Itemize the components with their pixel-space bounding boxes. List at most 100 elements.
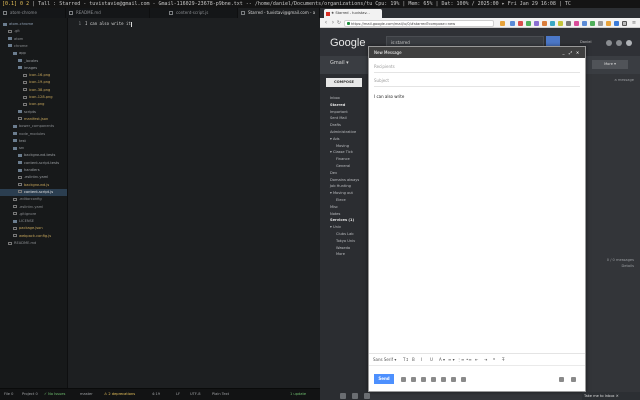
drive-icon[interactable]	[421, 377, 426, 382]
tree-item[interactable]: .eslintrc.yaml	[13, 204, 43, 211]
tree-item[interactable]: icon-19.png	[23, 79, 50, 86]
lint-status[interactable]: ✓ No Issues	[44, 389, 65, 400]
line-ending[interactable]: LF	[176, 389, 180, 400]
discard-icon[interactable]	[559, 377, 564, 382]
format-button[interactable]: I	[421, 357, 422, 362]
link-icon[interactable]	[451, 377, 456, 382]
extension-icon[interactable]	[590, 20, 595, 26]
extension-icon[interactable]	[566, 20, 571, 26]
format-button[interactable]: U	[430, 357, 433, 362]
tree-item[interactable]: webpack.config.js	[13, 233, 51, 240]
more-options-icon[interactable]	[571, 377, 576, 382]
sidebar-item[interactable]: ▾ Univ	[330, 225, 341, 229]
extension-icon[interactable]	[526, 20, 531, 26]
tree-item[interactable]: handlers	[18, 167, 40, 174]
tree-item[interactable]: atom-chrome	[3, 21, 33, 28]
menu-icon[interactable]: ≡	[631, 20, 637, 26]
code-line[interactable]: I can also write it	[85, 21, 132, 27]
tree-item[interactable]: bower_components	[13, 123, 54, 130]
font-selector[interactable]: Sans Serif ▾	[373, 357, 396, 362]
user-name[interactable]: Daniel	[580, 40, 591, 44]
format-button[interactable]: T̶	[502, 357, 504, 362]
inbox-tip[interactable]: Take me to Inbox ✕	[582, 392, 640, 400]
tree-item[interactable]: .git	[8, 28, 20, 35]
tab-starred-text[interactable]: Starred - tuvistavi@gmail.com - a	[238, 8, 320, 18]
apps-icon[interactable]	[606, 40, 612, 46]
tree-item[interactable]: _locales	[18, 58, 38, 65]
compose-title-bar[interactable]: New Message _ ⤢ ✕	[369, 47, 585, 58]
hangouts-icon[interactable]	[340, 393, 346, 399]
extension-icon[interactable]	[518, 20, 523, 26]
expand-icon[interactable]: ⤢	[568, 50, 573, 55]
workspace-indicator[interactable]: [0.1] 0 2	[2, 1, 29, 7]
updates-indicator[interactable]: 1 update	[290, 389, 306, 400]
sidebar-item[interactable]: Waseda	[336, 246, 350, 250]
recipients-field[interactable]: Recipients	[374, 61, 580, 73]
sidebar-item[interactable]: Elece	[336, 198, 346, 202]
tree-item[interactable]: icon.png	[23, 101, 44, 108]
photo-icon[interactable]	[441, 377, 446, 382]
sidebar-item[interactable]: Notes	[330, 212, 340, 216]
notifications-icon[interactable]	[616, 40, 622, 46]
send-button[interactable]: Send	[374, 374, 394, 384]
attach-icon[interactable]	[411, 377, 416, 382]
tree-item[interactable]: test	[13, 138, 26, 145]
tree-item[interactable]: chrome	[8, 43, 28, 50]
reload-icon[interactable]: ↻	[336, 20, 342, 26]
tree-item[interactable]: .editorconfig	[13, 196, 42, 203]
sidebar-item[interactable]: Services (1)	[330, 218, 354, 222]
extension-icon[interactable]	[598, 20, 603, 26]
tree-item[interactable]: README.md	[8, 240, 36, 247]
tree-item[interactable]: package.json	[13, 225, 43, 232]
tab-content-script[interactable]: content-script.js	[166, 8, 238, 18]
tree-item[interactable]: icon-128.png	[23, 94, 53, 101]
sidebar-item[interactable]: General	[336, 164, 350, 168]
tree-item[interactable]: .gitignore	[13, 211, 36, 218]
google-logo[interactable]: Google	[330, 37, 365, 49]
format-button[interactable]: A ▾	[439, 357, 445, 362]
tree-item[interactable]: background-tests	[18, 152, 55, 159]
sidebar-item[interactable]: ▾ Ads	[330, 137, 340, 141]
tab-atom-chrome[interactable]: atom-chrome	[0, 8, 66, 18]
sidebar-item[interactable]: Misc	[330, 205, 338, 209]
git-branch[interactable]: master	[80, 389, 93, 400]
tree-item[interactable]: content-script.js	[18, 189, 53, 196]
format-button[interactable]: ≡ ▾	[448, 357, 455, 362]
subject-field[interactable]: Subject	[374, 75, 580, 87]
back-icon[interactable]: ‹	[323, 20, 329, 26]
tree-item[interactable]: icon-16.png	[23, 72, 50, 79]
sidebar-item[interactable]: Sent Mail	[330, 116, 347, 120]
extension-icon[interactable]	[582, 20, 587, 26]
gmail-menu[interactable]: Gmail ▾	[330, 60, 349, 66]
extension-icon[interactable]	[614, 20, 619, 26]
sidebar-item[interactable]: Inbox	[330, 96, 340, 100]
extension-icon[interactable]	[574, 20, 579, 26]
tree-item[interactable]: .eslintrc.yaml	[18, 174, 48, 181]
close-icon[interactable]: ✕	[575, 50, 580, 55]
sidebar-item[interactable]: ▾ Classe Tick	[330, 150, 353, 154]
file-encoding[interactable]: UTF-8	[190, 389, 200, 400]
emoji-icon[interactable]	[461, 377, 466, 382]
tree-item[interactable]: app	[13, 50, 26, 57]
star-icon[interactable]	[500, 20, 505, 26]
tree-item[interactable]: LICENSE	[13, 218, 34, 225]
format-button[interactable]: ⋮≡	[457, 357, 464, 362]
chat-icon[interactable]	[352, 393, 358, 399]
url-bar[interactable]: https://mail.google.com/mail/u/0/#starre…	[344, 19, 494, 27]
message-body[interactable]: I can also write	[374, 94, 404, 99]
tree-item[interactable]: images	[18, 65, 37, 72]
format-button[interactable]: •≡	[466, 357, 472, 362]
sidebar-item[interactable]: More	[336, 252, 345, 256]
deprecation-cop[interactable]: ⚠ 2 deprecations	[104, 389, 135, 400]
tree-item[interactable]: scripts	[18, 109, 36, 116]
project-count[interactable]: Project 0	[22, 389, 38, 400]
format-button[interactable]: ❝	[493, 357, 495, 362]
money-icon[interactable]	[431, 377, 436, 382]
extension-icon[interactable]	[606, 20, 611, 26]
format-button[interactable]: ⇥	[484, 357, 487, 362]
browser-tab-gmail[interactable]: ★ Starred - tuvistav...	[324, 9, 382, 18]
sidebar-item[interactable]: Finance	[336, 157, 350, 161]
sidebar-item[interactable]: Starred	[330, 103, 345, 107]
sidebar-item[interactable]: Dev	[330, 171, 337, 175]
grammar-selector[interactable]: Plain Text	[212, 389, 229, 400]
